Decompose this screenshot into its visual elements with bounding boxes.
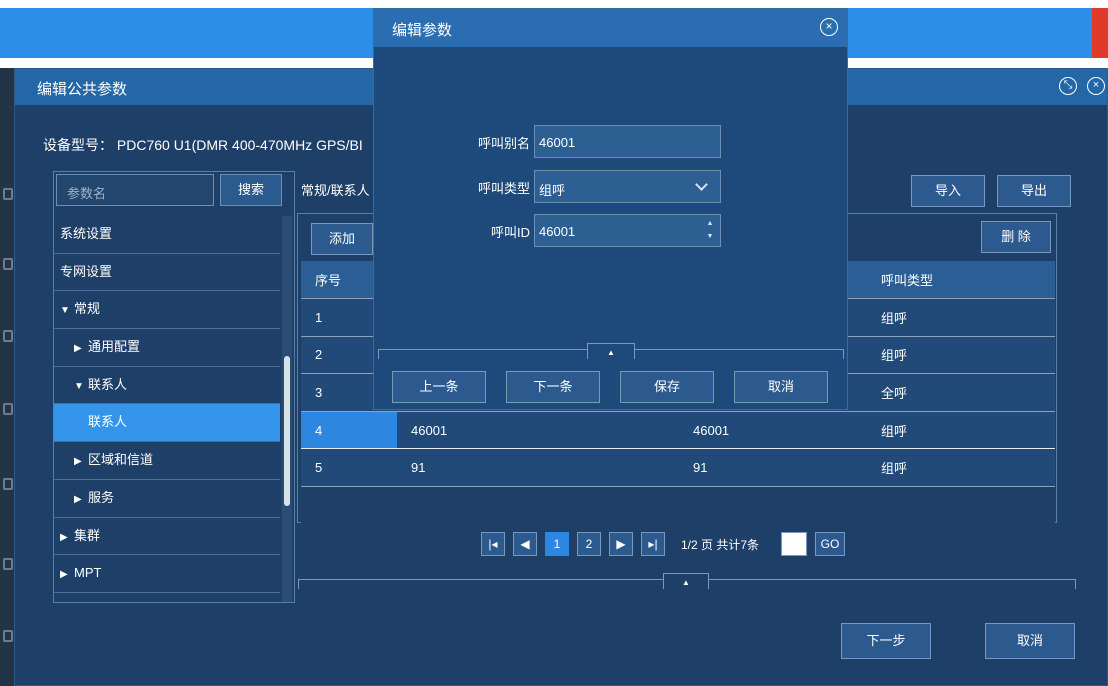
tree-item-label: 通用配置 xyxy=(88,339,141,355)
background-icon xyxy=(3,558,13,570)
tree-item-label: 联系人 xyxy=(88,414,128,430)
window-title: 编辑公共参数 xyxy=(37,81,128,98)
page-2-button[interactable]: 2 xyxy=(577,532,601,556)
add-button[interactable]: 添加 xyxy=(311,223,373,255)
page-1-button[interactable]: 1 xyxy=(545,532,569,556)
device-model: 设备型号： PDC760 U1(DMR 400-470MHz GPS/BI xyxy=(43,137,363,153)
param-search-input[interactable]: 参数名 xyxy=(56,174,214,206)
go-button[interactable]: GO xyxy=(815,532,845,556)
page-number-input[interactable] xyxy=(781,532,807,556)
alias-label: 呼叫别名 xyxy=(477,136,530,151)
table-row[interactable]: 5 91 91 组呼 xyxy=(301,448,1055,488)
delete-button[interactable]: 删 除 xyxy=(981,221,1051,253)
caret-right-icon[interactable]: ▶ xyxy=(74,482,88,518)
tree-item[interactable]: 联系人 xyxy=(54,404,280,443)
tree-item[interactable]: 系统设置 xyxy=(54,216,280,254)
close-icon[interactable]: × xyxy=(1087,77,1105,95)
scrollbar-thumb[interactable] xyxy=(284,356,290,506)
tree-item[interactable]: ▼ 联系人 xyxy=(54,367,280,405)
table-cell: 46001 xyxy=(679,410,867,450)
caret-right-icon[interactable]: ▶ xyxy=(60,557,74,593)
first-page-button[interactable]: |◂ xyxy=(481,532,505,556)
table-cell: 组呼 xyxy=(867,336,1055,375)
table-cell: 组呼 xyxy=(867,410,1055,450)
tree-item-label: 区域和信道 xyxy=(88,452,154,468)
caret-down-icon[interactable]: ▼ xyxy=(74,369,88,405)
expand-tab-icon[interactable]: ▲ xyxy=(663,573,709,589)
table-cell: 91 xyxy=(679,448,867,488)
column-header-call-type[interactable]: 呼叫类型 xyxy=(867,261,1055,300)
table-empty-row xyxy=(301,486,1055,525)
import-button[interactable]: 导入 xyxy=(911,175,985,207)
background-icon xyxy=(3,330,13,342)
tree-item-label: 系统设置 xyxy=(60,226,113,241)
prev-record-button[interactable]: 上一条 xyxy=(392,371,486,403)
next-step-button[interactable]: 下一步 xyxy=(841,623,931,659)
table-cell: 91 xyxy=(397,448,679,488)
export-button[interactable]: 导出 xyxy=(997,175,1071,207)
page-info: 1/2 页 共计7条 xyxy=(681,538,760,552)
call-type-label: 呼叫类型 xyxy=(477,181,530,196)
table-cell: 4 xyxy=(301,410,397,450)
save-button[interactable]: 保存 xyxy=(620,371,714,403)
tree-item-label: 服务 xyxy=(88,489,115,505)
tree-item-label: MPT xyxy=(74,565,102,581)
background-icon xyxy=(3,258,13,270)
dialog-close-icon[interactable]: × xyxy=(820,18,838,36)
background-sidebar xyxy=(0,68,14,686)
call-id-label: 呼叫ID xyxy=(490,225,530,240)
call-id-value: 46001 xyxy=(539,224,576,239)
prev-page-button[interactable]: ◀ xyxy=(513,532,537,556)
tree-item[interactable]: ▶ 集群 xyxy=(54,518,280,556)
background-icon xyxy=(3,630,13,642)
dialog-cancel-button[interactable]: 取消 xyxy=(734,371,828,403)
spinner-arrows-icon[interactable]: ▲ ▼ xyxy=(706,217,714,243)
tree-item-label: 常规 xyxy=(74,301,101,317)
tree-item-label: 联系人 xyxy=(88,376,128,392)
tree-item[interactable]: ▶ 区域和信道 xyxy=(54,442,280,480)
tree-item-label: 专网设置 xyxy=(60,263,113,279)
call-type-value: 组呼 xyxy=(539,183,566,198)
background-accent xyxy=(1092,8,1108,58)
chevron-down-icon xyxy=(695,178,708,191)
restore-icon[interactable]: ⤡ xyxy=(1059,77,1077,95)
param-tree: 系统设置 专网设置 ▼ 常规 ▶ 通用配置 ▼ 联系人 联系人 ▶ 区域和信道 ▶ 服务 ▶ 集群 ▶ MPT xyxy=(54,216,280,593)
caret-right-icon[interactable]: ▶ xyxy=(74,444,88,480)
call-type-select[interactable]: 组呼 xyxy=(534,170,721,203)
background-icon xyxy=(3,478,13,490)
tree-item[interactable]: ▶ MPT xyxy=(54,555,280,593)
table-row[interactable]: 4 46001 46001 组呼 xyxy=(301,410,1055,450)
caret-right-icon[interactable]: ▶ xyxy=(60,520,74,556)
caret-right-icon[interactable]: ▶ xyxy=(74,331,88,367)
background-icon xyxy=(3,188,13,200)
tree-item[interactable]: 专网设置 xyxy=(54,254,280,292)
table-cell: 5 xyxy=(301,448,397,488)
tree-item[interactable]: ▼ 常规 xyxy=(54,291,280,330)
table-cell: 组呼 xyxy=(867,298,1055,337)
dialog-expand-tab-icon[interactable]: ▲ xyxy=(587,343,635,359)
table-cell: 全呼 xyxy=(867,373,1055,412)
tree-scrollbar[interactable] xyxy=(282,216,292,602)
next-page-button[interactable]: ▶ xyxy=(609,532,633,556)
tree-item[interactable]: ▶ 服务 xyxy=(54,480,280,518)
alias-input[interactable]: 46001 xyxy=(534,125,721,158)
search-button[interactable]: 搜索 xyxy=(220,174,282,206)
table-cell: 46001 xyxy=(397,410,679,450)
breadcrumb: 常规/联系人 xyxy=(301,183,370,198)
table-empty-space xyxy=(301,486,1055,525)
param-tree-panel: 参数名 搜索 系统设置 专网设置 ▼ 常规 ▶ 通用配置 ▼ 联系人 联系人 ▶ 区域和信道 ▶ 服务 ▶… xyxy=(53,171,295,603)
cancel-button[interactable]: 取消 xyxy=(985,623,1075,659)
dialog-title-bar[interactable]: 编辑参数 × xyxy=(374,9,847,47)
caret-down-icon[interactable]: ▼ xyxy=(60,293,74,329)
call-id-stepper[interactable]: 46001 ▲ ▼ xyxy=(534,214,721,247)
dialog-title: 编辑参数 xyxy=(392,22,453,39)
tree-item[interactable]: ▶ 通用配置 xyxy=(54,329,280,367)
tree-item-label: 集群 xyxy=(74,527,101,543)
table-cell: 组呼 xyxy=(867,448,1055,488)
next-record-button[interactable]: 下一条 xyxy=(506,371,600,403)
edit-param-dialog: 编辑参数 × 呼叫别名 46001 呼叫类型 组呼 呼叫ID 46001 ▲ ▼ … xyxy=(373,8,848,410)
last-page-button[interactable]: ▸| xyxy=(641,532,665,556)
background-icon xyxy=(3,403,13,415)
